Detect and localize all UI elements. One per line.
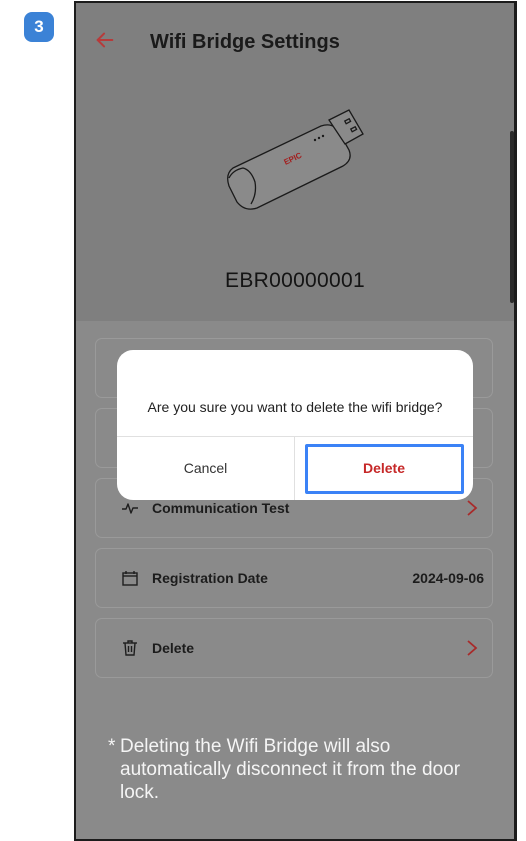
app-bar: Wifi Bridge Settings: [76, 3, 514, 83]
dialog-message: Are you sure you want to delete the wifi…: [147, 399, 443, 415]
step-badge: 3: [24, 12, 54, 42]
scrollbar[interactable]: [510, 131, 514, 303]
settings-item-label: Registration Date: [152, 570, 268, 586]
page-title: Wifi Bridge Settings: [150, 31, 340, 53]
trash-icon: [123, 640, 137, 656]
chevron-right-icon: [467, 640, 478, 656]
settings-item-label: Communication Test: [152, 500, 290, 516]
chevron-right-icon: [467, 500, 478, 516]
note-asterisk: *: [108, 736, 116, 757]
device-header: Wifi Bridge Settings EPIC EBR00000001: [76, 3, 514, 321]
calendar-icon: [122, 571, 138, 586]
delete-button-highlight: [305, 444, 464, 494]
note-text: Deleting the Wifi Bridge will also autom…: [120, 736, 461, 803]
settings-item-delete[interactable]: Delete: [95, 618, 493, 678]
device-serial: EBR00000001: [225, 269, 365, 292]
cancel-button[interactable]: Cancel: [117, 436, 294, 500]
settings-item-label: Delete: [152, 640, 195, 656]
arrow-left-icon[interactable]: [94, 29, 116, 51]
registration-date-value: 2024-09-06: [412, 570, 484, 586]
pulse-icon: [122, 503, 138, 514]
settings-item-registration-date: Registration Date 2024-09-06: [95, 548, 493, 608]
wifi-bridge-device-image: EPIC: [227, 109, 364, 210]
delete-note: * Deleting the Wifi Bridge will also aut…: [108, 735, 468, 804]
